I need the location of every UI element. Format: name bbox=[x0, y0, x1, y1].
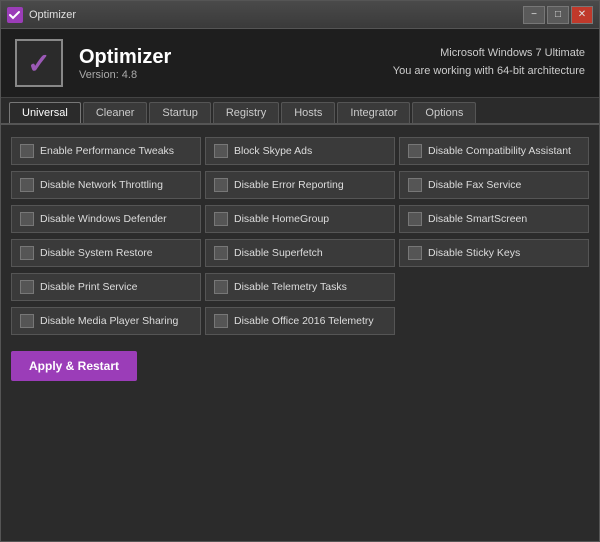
checkbox-enable-performance[interactable] bbox=[20, 144, 34, 158]
option-disable-print[interactable]: Disable Print Service bbox=[11, 273, 201, 301]
checkmark-icon: ✓ bbox=[27, 47, 50, 80]
option-disable-fax[interactable]: Disable Fax Service bbox=[399, 171, 589, 199]
option-disable-homegroup[interactable]: Disable HomeGroup bbox=[205, 205, 395, 233]
title-bar: Optimizer − □ ✕ bbox=[1, 1, 599, 29]
option-label: Disable Sticky Keys bbox=[428, 247, 520, 260]
checkbox-disable-print[interactable] bbox=[20, 280, 34, 294]
option-label: Disable Superfetch bbox=[234, 247, 323, 260]
checkbox-disable-sticky[interactable] bbox=[408, 246, 422, 260]
option-disable-media[interactable]: Disable Media Player Sharing bbox=[11, 307, 201, 335]
checkbox-disable-homegroup[interactable] bbox=[214, 212, 228, 226]
checkbox-disable-office[interactable] bbox=[214, 314, 228, 328]
empty-cell-6 bbox=[399, 307, 589, 335]
option-disable-compat[interactable]: Disable Compatibility Assistant bbox=[399, 137, 589, 165]
option-disable-superfetch[interactable]: Disable Superfetch bbox=[205, 239, 395, 267]
checkbox-disable-fax[interactable] bbox=[408, 178, 422, 192]
checkbox-disable-throttle[interactable] bbox=[20, 178, 34, 192]
tab-integrator[interactable]: Integrator bbox=[337, 102, 410, 123]
header-meta: Microsoft Windows 7 Ultimate You are wor… bbox=[393, 45, 585, 80]
option-enable-performance[interactable]: Enable Performance Tweaks bbox=[11, 137, 201, 165]
close-button[interactable]: ✕ bbox=[571, 6, 593, 24]
option-disable-error[interactable]: Disable Error Reporting bbox=[205, 171, 395, 199]
main-window: Optimizer − □ ✕ ✓ Optimizer Version: 4.8… bbox=[0, 0, 600, 542]
title-text: Optimizer bbox=[29, 9, 76, 21]
option-disable-smartscreen[interactable]: Disable SmartScreen bbox=[399, 205, 589, 233]
checkbox-disable-telemetry[interactable] bbox=[214, 280, 228, 294]
app-logo: ✓ bbox=[15, 39, 63, 87]
option-label: Disable Print Service bbox=[40, 281, 137, 294]
app-header: ✓ Optimizer Version: 4.8 Microsoft Windo… bbox=[1, 29, 599, 98]
checkbox-block-skype[interactable] bbox=[214, 144, 228, 158]
header-info: Optimizer Version: 4.8 bbox=[79, 46, 171, 81]
option-label: Disable Office 2016 Telemetry bbox=[234, 315, 374, 328]
option-disable-throttle[interactable]: Disable Network Throttling bbox=[11, 171, 201, 199]
checkbox-disable-compat[interactable] bbox=[408, 144, 422, 158]
option-block-skype[interactable]: Block Skype Ads bbox=[205, 137, 395, 165]
checkbox-disable-defender[interactable] bbox=[20, 212, 34, 226]
option-label: Disable Compatibility Assistant bbox=[428, 145, 571, 158]
option-label: Disable Telemetry Tasks bbox=[234, 281, 347, 294]
app-version: Version: 4.8 bbox=[79, 69, 171, 81]
checkbox-disable-error[interactable] bbox=[214, 178, 228, 192]
tab-hosts[interactable]: Hosts bbox=[281, 102, 335, 123]
app-icon bbox=[7, 7, 23, 23]
option-label: Disable Windows Defender bbox=[40, 213, 167, 226]
tab-options[interactable]: Options bbox=[412, 102, 476, 123]
os-info: Microsoft Windows 7 Ultimate bbox=[393, 45, 585, 63]
checkbox-disable-superfetch[interactable] bbox=[214, 246, 228, 260]
option-disable-telemetry[interactable]: Disable Telemetry Tasks bbox=[205, 273, 395, 301]
options-grid: Enable Performance Tweaks Block Skype Ad… bbox=[11, 137, 589, 335]
app-name: Optimizer bbox=[79, 46, 171, 69]
option-label: Disable Fax Service bbox=[428, 179, 521, 192]
title-bar-left: Optimizer bbox=[7, 7, 76, 23]
option-disable-sticky[interactable]: Disable Sticky Keys bbox=[399, 239, 589, 267]
apply-restart-button[interactable]: Apply & Restart bbox=[11, 351, 137, 381]
empty-cell-5 bbox=[399, 273, 589, 301]
main-content: Enable Performance Tweaks Block Skype Ad… bbox=[1, 125, 599, 541]
title-controls: − □ ✕ bbox=[523, 6, 593, 24]
tab-bar: Universal Cleaner Startup Registry Hosts… bbox=[1, 98, 599, 125]
tab-startup[interactable]: Startup bbox=[149, 102, 210, 123]
option-label: Block Skype Ads bbox=[234, 145, 312, 158]
checkbox-disable-restore[interactable] bbox=[20, 246, 34, 260]
option-disable-office[interactable]: Disable Office 2016 Telemetry bbox=[205, 307, 395, 335]
tab-cleaner[interactable]: Cleaner bbox=[83, 102, 148, 123]
maximize-button[interactable]: □ bbox=[547, 6, 569, 24]
option-label: Disable Media Player Sharing bbox=[40, 315, 178, 328]
checkbox-disable-smartscreen[interactable] bbox=[408, 212, 422, 226]
tab-universal[interactable]: Universal bbox=[9, 102, 81, 123]
option-label: Disable Network Throttling bbox=[40, 179, 163, 192]
option-label: Disable Error Reporting bbox=[234, 179, 344, 192]
option-label: Disable System Restore bbox=[40, 247, 153, 260]
option-label: Disable SmartScreen bbox=[428, 213, 527, 226]
option-disable-defender[interactable]: Disable Windows Defender bbox=[11, 205, 201, 233]
option-label: Enable Performance Tweaks bbox=[40, 145, 174, 158]
minimize-button[interactable]: − bbox=[523, 6, 545, 24]
checkbox-disable-media[interactable] bbox=[20, 314, 34, 328]
tab-registry[interactable]: Registry bbox=[213, 102, 279, 123]
option-disable-restore[interactable]: Disable System Restore bbox=[11, 239, 201, 267]
arch-info: You are working with 64-bit architecture bbox=[393, 63, 585, 81]
option-label: Disable HomeGroup bbox=[234, 213, 329, 226]
